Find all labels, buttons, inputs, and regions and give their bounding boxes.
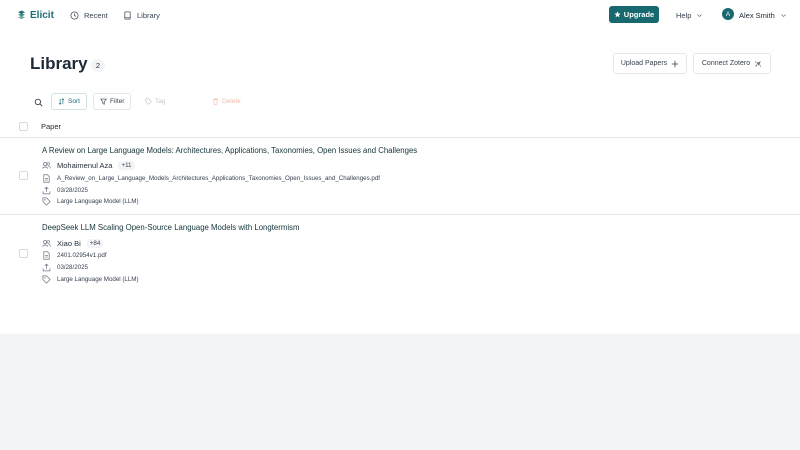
delete-button[interactable]: Delete [206, 93, 247, 110]
paper-tag: Large Language Model (LLM) [42, 274, 139, 284]
tag-icon [42, 197, 51, 206]
search-icon [34, 98, 43, 107]
table-row[interactable]: A Review on Large Language Models: Archi… [0, 138, 800, 215]
nav-recent[interactable]: Recent [70, 8, 108, 22]
brand-logo[interactable]: Elicit [17, 8, 54, 22]
table-row[interactable]: DeepSeek LLM Scaling Open-Source Languag… [0, 215, 800, 289]
file-name: A_Review_on_Large_Language_Models_Archit… [57, 174, 380, 182]
paper-tag: Large Language Model (LLM) [42, 196, 139, 206]
column-header-paper: Paper [41, 122, 62, 131]
brand-name: Elicit [30, 9, 54, 21]
nav-library-label: Library [137, 10, 160, 20]
top-nav: Elicit Recent Library Upgrade Help A Ale… [0, 0, 800, 30]
upload-date: 03/28/2025 [57, 186, 88, 194]
sort-icon [58, 98, 65, 105]
library-page: Elicit Recent Library Upgrade Help A Ale… [0, 0, 800, 334]
tag-icon [42, 275, 51, 284]
plug-icon [754, 60, 762, 68]
delete-label: Delete [222, 98, 241, 105]
paper-file: 2401.02954v1.pdf [42, 250, 107, 260]
sort-button[interactable]: Sort [51, 93, 87, 110]
paper-file: A_Review_on_Large_Language_Models_Archit… [42, 173, 380, 183]
filter-icon [100, 98, 107, 105]
plus-icon [671, 60, 679, 68]
table-header: Paper [0, 116, 800, 138]
upgrade-label: Upgrade [623, 10, 655, 19]
row-checkbox[interactable] [19, 249, 28, 258]
upload-icon [42, 186, 51, 195]
tag-icon [145, 98, 152, 105]
nav-library[interactable]: Library [123, 8, 160, 22]
row-checkbox[interactable] [19, 171, 28, 180]
tag-name[interactable]: Large Language Model (LLM) [57, 276, 139, 283]
select-all-checkbox[interactable] [19, 122, 28, 131]
filter-label: Filter [110, 98, 125, 105]
upload-icon [42, 263, 51, 272]
sort-label: Sort [68, 98, 80, 105]
paper-authors: Xiao Bi +84 [42, 238, 104, 248]
paper-count-badge: 2 [91, 59, 105, 72]
user-name-label: Alex Smith [739, 10, 775, 20]
user-menu[interactable]: Alex Smith [739, 8, 787, 22]
trash-icon [212, 98, 219, 105]
page-title: Library [30, 54, 88, 73]
user-avatar[interactable]: A [722, 8, 734, 20]
star-icon [614, 11, 621, 18]
help-menu[interactable]: Help [676, 8, 703, 22]
help-label: Help [676, 10, 692, 20]
upload-papers-label: Upload Papers [620, 60, 668, 67]
elicit-logo-icon [17, 10, 26, 20]
upgrade-button[interactable]: Upgrade [609, 6, 659, 23]
author-name: Xiao Bi [57, 238, 81, 248]
book-icon [123, 10, 132, 20]
tag-label: Tag [155, 98, 166, 105]
file-icon [42, 250, 51, 260]
chevron-down-icon [696, 12, 703, 19]
paper-upload-date: 03/28/2025 [42, 262, 88, 272]
tag-name[interactable]: Large Language Model (LLM) [57, 198, 139, 205]
nav-recent-label: Recent [84, 10, 108, 20]
clock-icon [70, 10, 79, 20]
authors-icon [42, 161, 51, 170]
filter-button[interactable]: Filter [93, 93, 132, 110]
paper-upload-date: 03/28/2025 [42, 185, 88, 195]
paper-title-link[interactable]: A Review on Large Language Models: Archi… [42, 146, 417, 155]
paper-title-link[interactable]: DeepSeek LLM Scaling Open-Source Languag… [42, 223, 299, 232]
authors-icon [42, 239, 51, 248]
chevron-down-icon [780, 12, 787, 19]
search-button[interactable] [30, 95, 46, 109]
more-authors-badge[interactable]: +11 [118, 160, 135, 170]
tag-button[interactable]: Tag [139, 93, 171, 110]
author-name: Mohaimenul Aza [57, 160, 113, 170]
connect-zotero-label: Connect Zotero [701, 60, 751, 67]
upload-papers-button[interactable]: Upload Papers [613, 53, 687, 74]
more-authors-badge[interactable]: +84 [86, 238, 104, 248]
paper-authors: Mohaimenul Aza +11 [42, 160, 135, 170]
file-name: 2401.02954v1.pdf [57, 251, 107, 259]
connect-zotero-button[interactable]: Connect Zotero [693, 53, 771, 74]
file-icon [42, 173, 51, 183]
upload-date: 03/28/2025 [57, 263, 88, 271]
